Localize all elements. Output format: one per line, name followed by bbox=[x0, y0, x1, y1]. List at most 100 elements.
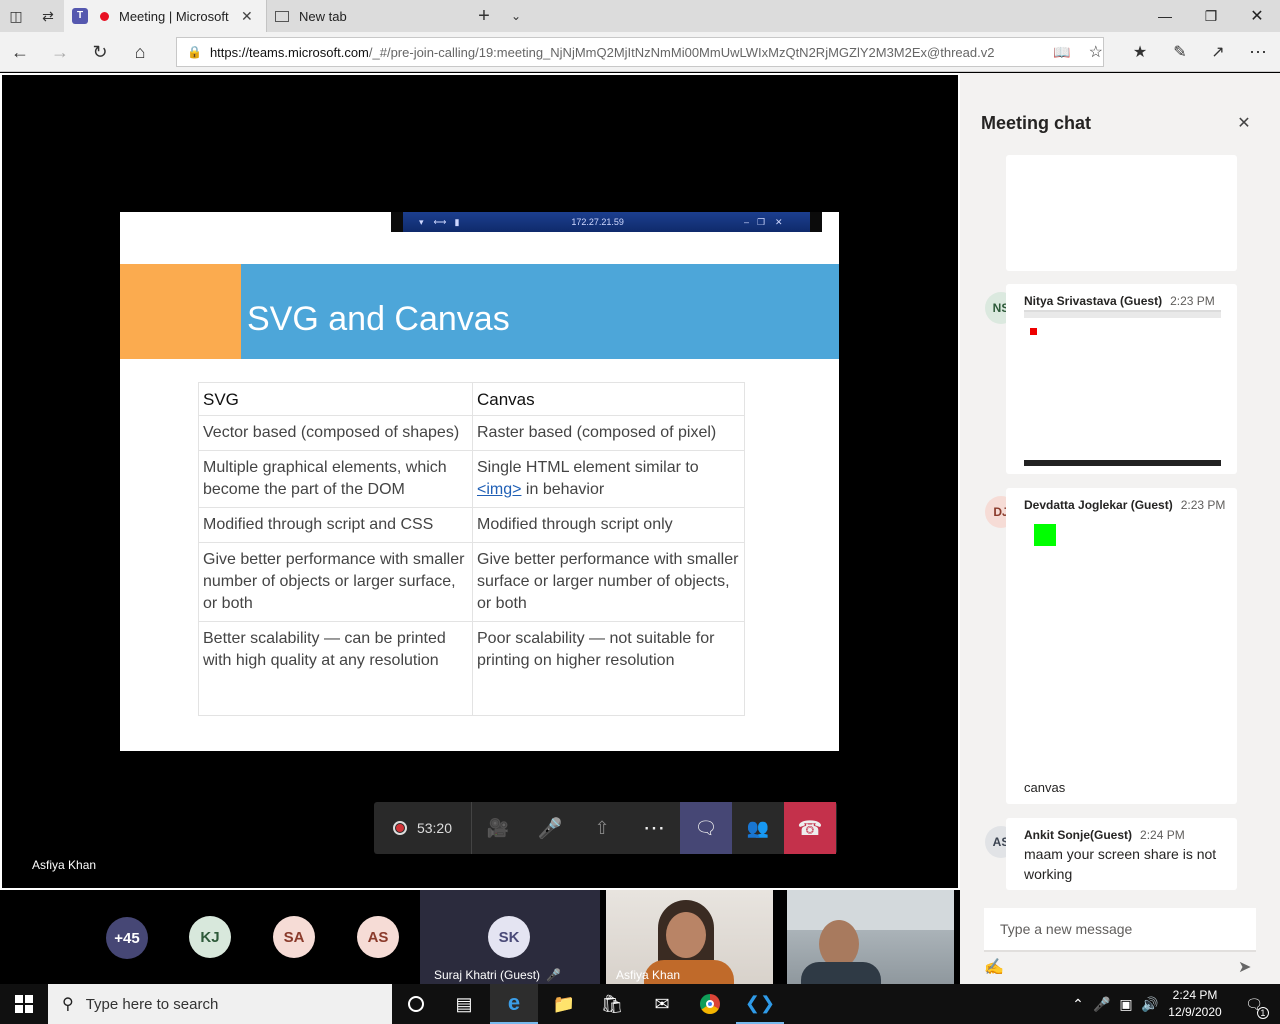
address-bar[interactable]: 🔒 https://teams.microsoft.com/_#/pre-joi… bbox=[176, 37, 1104, 67]
share-tray-button[interactable]: ⇧ bbox=[576, 802, 628, 854]
back-icon[interactable]: ← bbox=[2, 36, 38, 68]
office-background bbox=[787, 890, 954, 930]
forward-icon[interactable]: → bbox=[42, 36, 78, 68]
share-icon[interactable]: ↗ bbox=[1200, 36, 1236, 68]
chat-title: Meeting chat bbox=[981, 113, 1092, 133]
close-chat-icon[interactable]: ✕ bbox=[1232, 111, 1256, 135]
table-cell-text: Single HTML element similar to bbox=[477, 459, 699, 476]
send-icon[interactable]: ➤ bbox=[1238, 957, 1251, 977]
table-row: Multiple graphical elements, which becom… bbox=[198, 450, 745, 508]
new-tab-plus-icon[interactable]: + bbox=[468, 0, 500, 32]
file-explorer-icon[interactable]: 📁 bbox=[540, 984, 588, 1024]
clock-time: 2:24 PM bbox=[1172, 988, 1218, 1002]
home-icon[interactable]: ⌂ bbox=[122, 36, 158, 68]
start-windows-icon[interactable] bbox=[0, 984, 48, 1024]
participant-clothing bbox=[801, 962, 881, 984]
recording-timer: 53:20 bbox=[374, 802, 472, 854]
table-cell: Modified through script and CSS bbox=[198, 507, 473, 543]
tab-preview-chevron-icon[interactable]: ⌄ bbox=[500, 0, 532, 32]
notification-count: 1 bbox=[1256, 1006, 1269, 1019]
set-tabs-aside-icon[interactable]: ⇄ bbox=[32, 0, 64, 32]
overflow-participants-badge[interactable]: +45 bbox=[106, 917, 148, 959]
volume-icon[interactable]: 🔊 bbox=[1138, 984, 1162, 1024]
microphone-tray-icon[interactable]: 🎤 bbox=[1090, 984, 1114, 1024]
image-attachment-green[interactable] bbox=[1034, 524, 1056, 546]
avatar[interactable]: KJ bbox=[189, 916, 231, 958]
avatar[interactable]: AS bbox=[357, 916, 399, 958]
browser-tab-bar: ◫ ⇄ T Meeting | Microsoft Teams ✕ New ta… bbox=[0, 0, 1280, 32]
participant-video-asfiya[interactable]: Asfiya Khan bbox=[606, 890, 773, 984]
table-cell-text: in behavior bbox=[521, 481, 605, 498]
restore-window-icon[interactable]: ❐ bbox=[1188, 0, 1234, 32]
taskbar-clock[interactable]: 2:24 PM 12/9/2020 bbox=[1164, 987, 1226, 1021]
windows-taskbar: ⚲ Type here to search ▤ e 📁 🛍 ✉ ❮❯ ⌃ 🎤 ▣… bbox=[0, 984, 1280, 1024]
participants-icon: 👥 bbox=[746, 817, 770, 838]
attachment-tabbar bbox=[1024, 312, 1221, 318]
table-cell: Give better performance with smaller num… bbox=[198, 542, 473, 622]
network-icon[interactable]: ▣ bbox=[1114, 984, 1138, 1024]
mic-button[interactable]: 🎤 bbox=[524, 802, 576, 854]
action-center-icon[interactable]: 🗨 1 bbox=[1234, 984, 1274, 1024]
more-options-icon[interactable]: ⋯ bbox=[1240, 36, 1276, 68]
message-input[interactable] bbox=[1000, 921, 1240, 937]
share-screen-icon: ⇧ bbox=[594, 817, 610, 838]
remote-restore-icon[interactable]: ❐ bbox=[757, 217, 765, 228]
chat-icon: 🗨 bbox=[694, 817, 718, 838]
tab-label: Meeting | Microsoft Teams bbox=[119, 8, 231, 24]
table-header: Canvas bbox=[472, 382, 745, 416]
pen-notes-icon[interactable]: ✎ bbox=[1162, 36, 1198, 68]
tab-teams-meeting[interactable]: T Meeting | Microsoft Teams ✕ bbox=[64, 0, 266, 32]
format-icon[interactable]: ✍ bbox=[984, 957, 1004, 977]
message-header: Devdatta Joglekar (Guest) 2:23 PM bbox=[1024, 498, 1225, 512]
reading-view-icon[interactable]: 📖 bbox=[1053, 44, 1070, 61]
table-row: Give better performance with smaller num… bbox=[198, 542, 745, 622]
participant-name: Asfiya Khan bbox=[616, 968, 681, 982]
recording-icon bbox=[392, 821, 407, 835]
close-tab-icon[interactable]: ✕ bbox=[241, 8, 253, 25]
more-actions-button[interactable]: ⋯ bbox=[628, 802, 680, 854]
minimize-window-icon[interactable]: — bbox=[1142, 0, 1188, 32]
taskbar-search[interactable]: ⚲ Type here to search bbox=[48, 984, 392, 1024]
store-icon[interactable]: 🛍 bbox=[588, 984, 636, 1024]
screenshot-attachment[interactable] bbox=[1024, 310, 1221, 466]
close-window-icon[interactable]: ✕ bbox=[1234, 0, 1280, 32]
show-hidden-icons-chevron[interactable]: ⌃ bbox=[1066, 984, 1090, 1024]
pin-icon[interactable]: ⟷ bbox=[434, 217, 447, 228]
task-view-icon[interactable]: ▤ bbox=[440, 984, 488, 1024]
camera-button[interactable]: 🎥 bbox=[472, 802, 524, 854]
favorite-star-icon[interactable]: ☆ bbox=[1089, 42, 1103, 62]
remote-close-icon[interactable]: ✕ bbox=[775, 217, 783, 228]
call-timer: 53:20 bbox=[416, 820, 453, 836]
chrome-icon[interactable] bbox=[686, 984, 734, 1024]
url-host: https://teams.microsoft.com bbox=[209, 44, 369, 60]
show-participants-button[interactable]: 👥 bbox=[732, 802, 784, 854]
avatar[interactable]: SA bbox=[273, 916, 315, 958]
participant-video-office[interactable] bbox=[787, 890, 954, 984]
hang-up-button[interactable]: ☎ bbox=[784, 802, 836, 854]
favorites-icon[interactable]: ★ bbox=[1122, 36, 1158, 68]
clock-date: 12/9/2020 bbox=[1168, 1005, 1222, 1019]
table-cell: Modified through script only bbox=[472, 507, 745, 543]
tab-actions-icon[interactable]: ◫ bbox=[0, 0, 32, 32]
tab-new-tab[interactable]: New tab bbox=[266, 0, 466, 32]
img-tag-link[interactable]: <img> bbox=[477, 481, 521, 498]
pin-dropdown-icon[interactable]: ▾ bbox=[419, 217, 424, 228]
camera-icon: 🎥 bbox=[486, 817, 510, 838]
compose-box[interactable] bbox=[984, 908, 1256, 952]
remote-minimize-icon[interactable]: – bbox=[744, 217, 749, 227]
avatar: SK bbox=[488, 916, 530, 958]
table-cell: Multiple graphical elements, which becom… bbox=[198, 450, 473, 508]
address-url: https://teams.microsoft.com/_#/pre-join-… bbox=[210, 45, 1039, 60]
message-text: maam your screen share is not working bbox=[1024, 846, 1217, 882]
participant-tile-suraj[interactable]: SK Suraj Khatri (Guest) 🎤 bbox=[420, 890, 600, 984]
cortana-icon[interactable] bbox=[392, 984, 440, 1024]
show-conversation-button[interactable]: 🗨 bbox=[680, 802, 732, 854]
refresh-icon[interactable]: ↻ bbox=[82, 36, 118, 68]
table-row: Vector based (composed of shapes) Raster… bbox=[198, 415, 745, 451]
chat-message-card: Devdatta Joglekar (Guest) 2:23 PM canvas bbox=[1006, 488, 1237, 804]
edge-browser-icon[interactable]: e bbox=[490, 984, 538, 1024]
participant-name: Suraj Khatri (Guest) bbox=[434, 968, 541, 982]
mail-icon[interactable]: ✉ bbox=[638, 984, 686, 1024]
attachment-red-square bbox=[1030, 328, 1037, 335]
vscode-icon[interactable]: ❮❯ bbox=[736, 984, 784, 1024]
